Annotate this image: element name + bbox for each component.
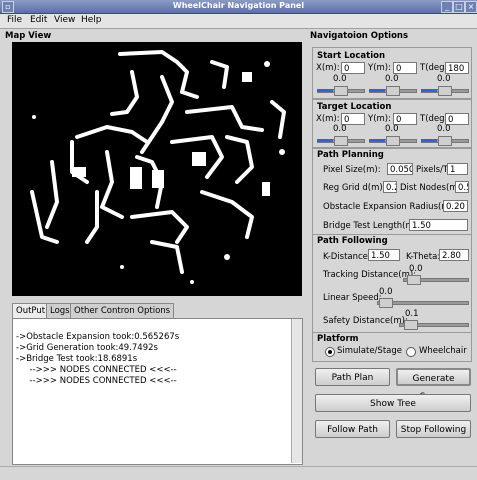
- log-line: ->Grid Generation took:49.7492s: [16, 343, 158, 353]
- start-x-readout: 0.0: [333, 74, 347, 84]
- start-x-slider[interactable]: [317, 86, 365, 96]
- status-separator: [0, 466, 477, 467]
- k-theta-field[interactable]: 2.80: [439, 249, 469, 261]
- reg-grid-label: Reg Grid d(m):: [323, 183, 386, 193]
- target-x-label: X(m):: [316, 114, 340, 124]
- output-scrollbar[interactable]: [291, 319, 302, 463]
- bridge-length-label: Bridge Test Length(m):: [323, 221, 420, 231]
- tab-output[interactable]: OutPut: [12, 303, 50, 318]
- safety-distance-label: Safety Distance(m):: [323, 316, 408, 326]
- close-icon[interactable]: ×: [465, 1, 477, 13]
- stop-following-button[interactable]: Stop Following: [396, 420, 471, 438]
- target-y-slider[interactable]: [369, 136, 417, 146]
- tracking-distance-slider[interactable]: [403, 275, 469, 285]
- start-location-title: Start Location: [317, 51, 386, 61]
- simulate-label[interactable]: Simulate/Stage: [337, 346, 402, 356]
- obstacle-radius-label: Obstacle Expansion Radius(m):: [323, 202, 456, 212]
- target-y-readout: 0.0: [385, 124, 399, 134]
- path-following-title: Path Following: [317, 236, 388, 246]
- start-x-label: X(m):: [316, 63, 340, 73]
- start-x-field[interactable]: 0: [341, 62, 365, 74]
- pixels-tile-field[interactable]: 1: [447, 163, 468, 175]
- dist-nodes-field[interactable]: 0.5: [455, 181, 469, 193]
- platform-title: Platform: [317, 334, 359, 344]
- minimize-icon[interactable]: _: [441, 1, 453, 13]
- simulate-radio[interactable]: [325, 347, 335, 357]
- menu-view[interactable]: View: [54, 15, 75, 25]
- start-location-section: Start Location X(m): 0 Y(m): 0 T(deg): 1…: [312, 47, 472, 99]
- start-y-slider[interactable]: [369, 86, 417, 96]
- menu-bar: File Edit View Help: [0, 14, 477, 29]
- generate-space-button[interactable]: Generate Space: [396, 368, 471, 402]
- start-t-readout: 0.0: [437, 74, 451, 84]
- safety-distance-slider[interactable]: [399, 320, 469, 330]
- target-t-readout: 0.0: [437, 124, 451, 134]
- title-bar: ▫ WheelChair Navigation Panel _ □ ×: [0, 0, 477, 14]
- safety-distance-readout: 0.1: [405, 309, 419, 319]
- map-obstacles: [30, 50, 286, 284]
- linear-speed-readout: 0.0: [379, 287, 393, 297]
- maximize-icon[interactable]: □: [453, 1, 465, 13]
- tracking-distance-readout: 0.0: [409, 264, 423, 274]
- target-x-slider[interactable]: [317, 136, 365, 146]
- path-planning-title: Path Planning: [317, 150, 384, 160]
- target-location-section: Target Location X(m): 0 Y(m): 0 T(deg): …: [312, 99, 472, 148]
- pixel-size-field[interactable]: 0.050: [387, 163, 413, 175]
- start-t-slider[interactable]: [421, 86, 469, 96]
- k-theta-label: K-Theta:: [406, 252, 441, 262]
- target-x-readout: 0.0: [333, 124, 347, 134]
- wheelchair-label[interactable]: Wheelchair: [419, 346, 467, 356]
- wheelchair-radio[interactable]: [406, 347, 416, 357]
- log-line: -->>> NODES CONNECTED <<<--: [16, 376, 177, 386]
- start-y-readout: 0.0: [385, 74, 399, 84]
- bridge-length-field[interactable]: 1.50: [409, 219, 468, 231]
- log-line: ->Bridge Test took:18.6891s: [16, 354, 138, 364]
- menu-file[interactable]: File: [7, 15, 22, 25]
- menu-help[interactable]: Help: [81, 15, 102, 25]
- target-y-label: Y(m):: [368, 114, 391, 124]
- log-line: ->Obstacle Expansion took:0.565267s: [16, 332, 180, 342]
- path-plan-button[interactable]: Path Plan: [315, 368, 390, 386]
- target-location-title: Target Location: [317, 102, 392, 112]
- k-distance-label: K-Distance:: [323, 252, 371, 262]
- pixel-size-label: Pixel Size(m):: [323, 165, 381, 175]
- follow-path-button[interactable]: Follow Path: [315, 420, 390, 438]
- k-distance-field[interactable]: 1.50: [368, 249, 400, 261]
- path-following-section: Path Following K-Distance: 1.50 K-Theta:…: [312, 234, 472, 333]
- show-tree-button[interactable]: Show Tree: [315, 394, 471, 412]
- target-t-slider[interactable]: [421, 136, 469, 146]
- obstacle-radius-field[interactable]: 0.20: [443, 200, 468, 212]
- menu-edit[interactable]: Edit: [30, 15, 47, 25]
- platform-section: Platform Simulate/Stage Wheelchair: [312, 332, 472, 362]
- path-planning-section: Path Planning Pixel Size(m): 0.050 Pixel…: [312, 148, 472, 235]
- map-canvas[interactable]: [12, 42, 302, 296]
- reg-grid-field[interactable]: 0.2: [383, 181, 397, 193]
- output-log[interactable]: ->Obstacle Expansion took:0.565267s ->Gr…: [12, 318, 303, 465]
- tab-other-options[interactable]: Other Contron Options: [70, 303, 175, 318]
- window-title: WheelChair Navigation Panel: [172, 1, 305, 10]
- start-y-label: Y(m):: [368, 63, 391, 73]
- start-y-field[interactable]: 0: [393, 62, 417, 74]
- log-line: -->>> NODES CONNECTED <<<--: [16, 365, 177, 375]
- start-t-field[interactable]: 180: [445, 62, 469, 74]
- linear-speed-slider[interactable]: [377, 298, 469, 308]
- linear-speed-label: Linear Speed:: [323, 293, 382, 303]
- nav-options-title: Navigatoion Options: [310, 31, 409, 41]
- map-view-label: Map View: [5, 31, 52, 41]
